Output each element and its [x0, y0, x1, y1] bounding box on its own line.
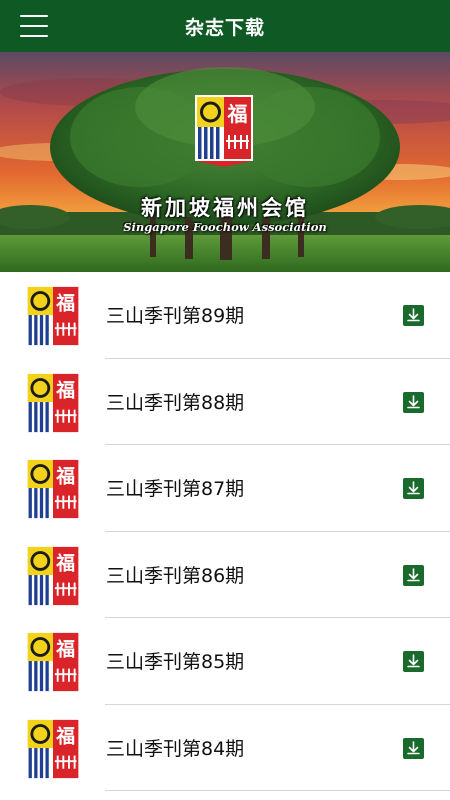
- download-icon[interactable]: [403, 737, 424, 759]
- svg-text:福: 福: [55, 724, 75, 747]
- top-app-bar: 杂志下载: [0, 0, 450, 52]
- magazine-list: 福 三山季刊第89期 福 三山季刊第88期 福 三山季刊第87期 福 三山季刊第…: [0, 272, 450, 791]
- magazine-list-item[interactable]: 福 三山季刊第85期: [0, 618, 450, 705]
- magazine-list-item[interactable]: 福 三山季刊第88期: [0, 359, 450, 446]
- magazine-title: 三山季刊第87期: [106, 478, 245, 500]
- svg-text:福: 福: [55, 378, 75, 401]
- svg-text:福: 福: [227, 102, 248, 126]
- magazine-title: 三山季刊第89期: [106, 305, 245, 327]
- magazine-cover-emblem-icon: 福: [25, 544, 81, 607]
- magazine-cover-emblem-icon: 福: [25, 717, 81, 780]
- association-name-en: Singapore Foochow Association: [123, 220, 327, 234]
- magazine-title: 三山季刊第85期: [106, 651, 245, 673]
- download-icon[interactable]: [403, 305, 424, 326]
- hamburger-menu-icon[interactable]: [20, 15, 48, 37]
- svg-text:福: 福: [55, 464, 75, 487]
- magazine-list-item[interactable]: 福 三山季刊第84期: [0, 705, 450, 792]
- download-icon[interactable]: [403, 391, 424, 413]
- download-icon[interactable]: [403, 651, 424, 672]
- banner-image: 福 新加坡福州会馆 Singapore Foochow Association: [0, 52, 450, 272]
- page-title: 杂志下载: [184, 16, 265, 39]
- magazine-list-item[interactable]: 福 三山季刊第86期: [0, 532, 450, 619]
- magazine-title: 三山季刊第84期: [106, 737, 245, 760]
- download-icon[interactable]: [403, 564, 424, 586]
- association-name-cn: 新加坡福州会馆: [141, 195, 309, 220]
- magazine-list-item[interactable]: 福 三山季刊第87期: [0, 445, 450, 532]
- magazine-cover-emblem-icon: 福: [25, 458, 81, 520]
- magazine-list-item[interactable]: 福 三山季刊第89期: [0, 272, 450, 359]
- magazine-title: 三山季刊第88期: [106, 391, 245, 414]
- svg-text:福: 福: [55, 637, 75, 660]
- magazine-title: 三山季刊第86期: [106, 564, 245, 587]
- download-icon[interactable]: [403, 478, 424, 499]
- svg-text:福: 福: [55, 551, 75, 574]
- association-emblem-icon: 福: [195, 95, 253, 167]
- magazine-cover-emblem-icon: 福: [25, 371, 81, 434]
- svg-text:福: 福: [55, 291, 75, 314]
- magazine-cover-emblem-icon: 福: [25, 631, 81, 693]
- magazine-cover-emblem-icon: 福: [25, 285, 81, 347]
